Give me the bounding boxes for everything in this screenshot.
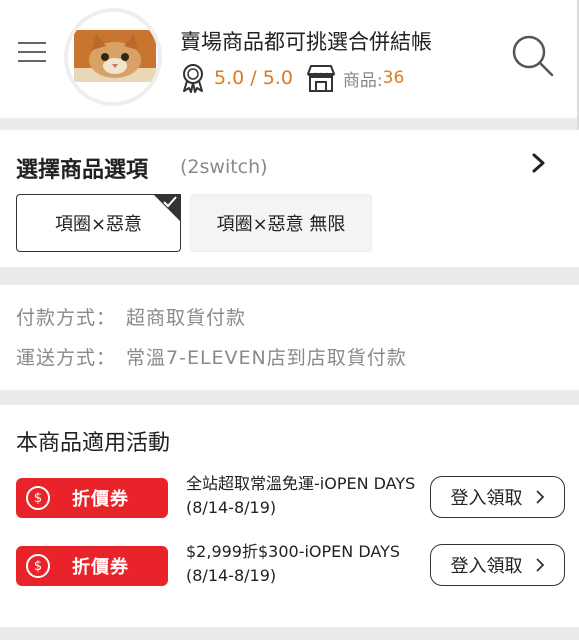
shop-title: 賣場商品都可挑選合併結帳 (180, 30, 432, 54)
login-claim-button[interactable]: 登入領取 (430, 544, 565, 586)
option-chip-label: 項圈×惡意 無限 (216, 214, 346, 235)
promotion-item: $ 折價券 全站超取常溫免運-iOPEN DAYS(8/14-8/19) 登入領… (0, 472, 579, 532)
option-chip-label: 項圈×惡意 (54, 214, 143, 235)
shipping-method-row: 運送方式： 常溫7-ELEVEN店到店取貨付款 (16, 343, 407, 370)
product-count-label: 商品: (342, 70, 383, 91)
options-title: 選擇商品選項 (16, 158, 149, 183)
search-icon[interactable] (511, 34, 555, 78)
chevron-right-icon[interactable] (531, 152, 547, 174)
shop-header: 賣場商品都可挑選合併結帳 5.0 / 5.0 商品: 36 (0, 0, 579, 118)
product-count: 36 (382, 68, 405, 88)
hamburger-menu-icon[interactable] (18, 42, 46, 64)
promotion-item: $ 折價券 $2,999折$300-iOPEN DAYS (8/14-8/19)… (0, 540, 579, 600)
option-chip-selected[interactable]: 項圈×惡意 (16, 194, 181, 252)
option-chip[interactable]: 項圈×惡意 無限 (190, 194, 372, 252)
award-ribbon-icon (183, 64, 203, 93)
payment-method-row: 付款方式： 超商取貨付款 (16, 303, 246, 330)
claim-button-label: 登入領取 (450, 488, 523, 509)
chevron-right-icon (535, 558, 544, 572)
shop-avatar[interactable] (64, 8, 162, 106)
coupon-badge: $ 折價券 (16, 546, 168, 586)
coupon-badge-label: 折價券 (72, 489, 129, 510)
checkmark-icon (163, 196, 177, 208)
promotions-title: 本商品適用活動 (16, 431, 171, 456)
promotions-section: 本商品適用活動 $ 折價券 全站超取常溫免運-iOPEN DAYS(8/14-8… (0, 405, 579, 627)
dollar-coin-icon: $ (26, 486, 50, 510)
chevron-right-icon (535, 490, 544, 504)
dollar-coin-icon: $ (26, 554, 50, 578)
payment-method-label: 付款方式： (16, 307, 117, 329)
claim-button-label: 登入領取 (450, 556, 523, 577)
product-options-section: 選擇商品選項 (2switch) 項圈×惡意 項圈×惡意 無限 (0, 130, 579, 267)
shop-stats: 5.0 / 5.0 商品: 36 (180, 62, 404, 94)
shipping-method-value: 常溫7-ELEVEN店到店取貨付款 (126, 347, 407, 369)
payment-shipping-section: 付款方式： 超商取貨付款 運送方式： 常溫7-ELEVEN店到店取貨付款 (0, 285, 579, 390)
coupon-badge: $ 折價券 (16, 478, 168, 518)
login-claim-button[interactable]: 登入領取 (430, 476, 565, 518)
cat-photo (74, 30, 156, 82)
rating-value: 5.0 / 5.0 (214, 67, 293, 89)
store-icon (306, 65, 335, 92)
shipping-method-label: 運送方式： (16, 347, 117, 369)
promotion-text: 全站超取常溫免運-iOPEN DAYS(8/14-8/19) (186, 474, 416, 517)
options-subtitle: (2switch) (180, 156, 268, 178)
promotion-text: $2,999折$300-iOPEN DAYS (8/14-8/19) (186, 542, 401, 585)
payment-method-value: 超商取貨付款 (126, 307, 247, 329)
coupon-badge-label: 折價券 (72, 557, 129, 578)
